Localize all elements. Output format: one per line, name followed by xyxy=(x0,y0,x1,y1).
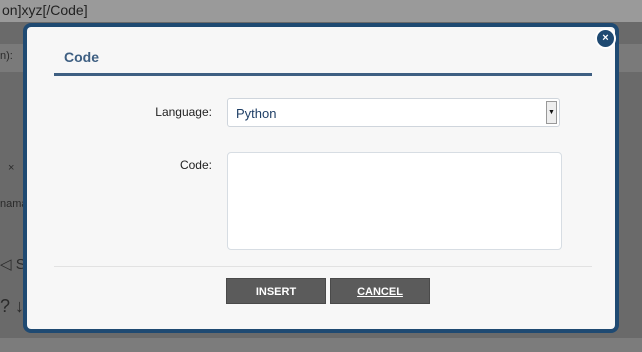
cancel-button[interactable]: CANCEL xyxy=(330,278,430,304)
language-selected-value: Python xyxy=(236,106,277,121)
insert-button[interactable]: INSERT xyxy=(226,278,326,304)
dialog-title: Code xyxy=(64,49,99,65)
background-label-2: × xyxy=(8,162,15,174)
background-header xyxy=(0,0,642,22)
background-top-text: on]xyz[/Code] xyxy=(2,2,88,18)
background-label-4: ◁ S xyxy=(0,256,26,273)
title-divider xyxy=(54,73,592,76)
dropdown-arrow-icon[interactable]: ▼ xyxy=(546,101,557,124)
background-toolbar xyxy=(0,338,642,352)
footer-divider xyxy=(54,266,592,267)
close-icon[interactable]: × xyxy=(595,28,616,49)
background-label-5: ? ↓ xyxy=(0,296,25,316)
background-label-1: n): xyxy=(0,50,13,62)
language-select[interactable]: Python ▼ xyxy=(227,98,560,127)
code-textarea[interactable] xyxy=(227,152,562,250)
language-label: Language: xyxy=(155,105,212,119)
code-label: Code: xyxy=(179,158,212,172)
